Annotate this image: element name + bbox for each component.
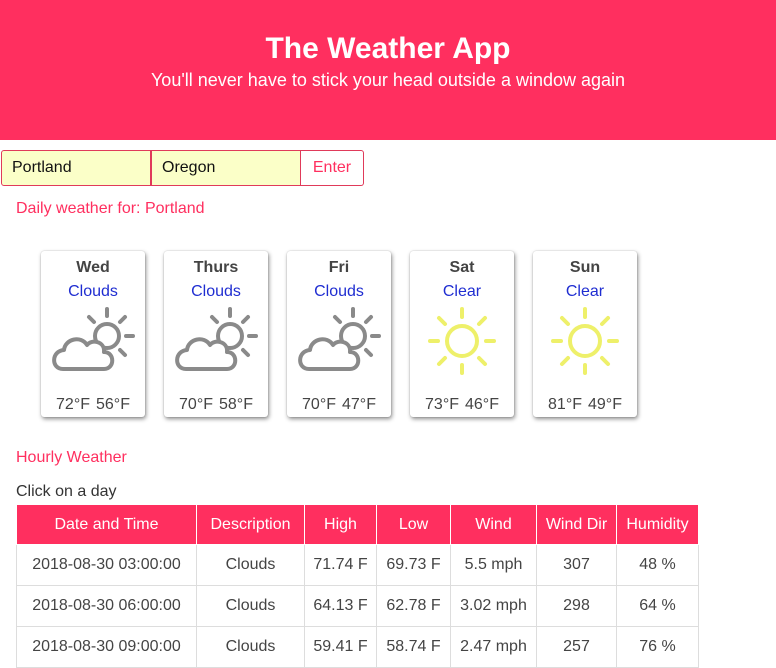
cloud-sun-icon <box>49 303 137 381</box>
location-form: Enter <box>1 150 364 186</box>
app-title: The Weather App <box>265 32 511 65</box>
column-header: Humidity <box>616 504 699 545</box>
table-body: 2018-08-30 03:00:00 Clouds 71.74 F 69.73 F5… <box>16 544 699 668</box>
daily-weather-heading: Daily weather for: Portland <box>16 200 205 217</box>
table-cell: 59.41 F <box>304 626 377 668</box>
day-card-fri[interactable]: Fri Clouds 70°F 47°F <box>287 251 391 417</box>
table-cell: Clouds <box>196 626 305 668</box>
day-temperatures: 73°F 46°F <box>410 396 514 414</box>
day-temperatures: 70°F 47°F <box>287 396 391 414</box>
table-row: 2018-08-30 03:00:00 Clouds 71.74 F 69.73 F5… <box>16 544 699 586</box>
table-cell: 62.78 F <box>376 585 451 627</box>
table-cell: Clouds <box>196 544 305 586</box>
table-cell: 64.13 F <box>304 585 377 627</box>
cloud-sun-icon <box>172 303 260 381</box>
hourly-weather-table: Date and Time Description High Low Wind Wind … <box>16 504 699 668</box>
low-temp: 58°F <box>219 396 253 413</box>
day-temperatures: 81°F 49°F <box>533 396 637 414</box>
table-cell: 71.74 F <box>304 544 377 586</box>
day-description: Clouds <box>314 283 364 300</box>
column-header: Low <box>376 504 451 545</box>
day-description: Clouds <box>191 283 241 300</box>
column-header: Wind <box>450 504 537 545</box>
day-name: Fri <box>328 259 350 276</box>
low-temp: 46°F <box>465 396 499 413</box>
hourly-weather-heading: Hourly Weather <box>16 449 127 466</box>
high-temp: 72°F <box>56 396 90 413</box>
day-card-sun[interactable]: Sun Clear 81°F 49°F <box>533 251 637 417</box>
low-temp: 47°F <box>342 396 376 413</box>
high-temp: 70°F <box>179 396 213 413</box>
table-cell: 58.74 F <box>376 626 451 668</box>
table-row: 2018-08-30 06:00:00 Clouds 64.13 F 62.78 F3… <box>16 585 699 627</box>
table-cell: 307 <box>536 544 617 586</box>
table-cell: 2018-08-30 03:00:00 <box>16 544 197 586</box>
app-header: The Weather App You'll never have to sti… <box>0 0 776 140</box>
table-cell: 2.47 mph <box>450 626 537 668</box>
table-row: 2018-08-30 09:00:00 Clouds 59.41 F 58.74 F2… <box>16 626 699 668</box>
table-cell: 257 <box>536 626 617 668</box>
day-description: Clear <box>565 283 605 300</box>
cloud-sun-icon <box>295 303 383 381</box>
day-description: Clouds <box>68 283 118 300</box>
day-name: Sun <box>569 259 601 276</box>
column-header: High <box>304 504 377 545</box>
table-cell: 69.73 F <box>376 544 451 586</box>
table-cell: 64 % <box>616 585 699 627</box>
sun-icon <box>541 303 629 381</box>
table-header-row: Date and Time Description High Low Wind Wind … <box>16 504 699 545</box>
table-cell: 2018-08-30 09:00:00 <box>16 626 197 668</box>
table-cell: 3.02 mph <box>450 585 537 627</box>
city-input[interactable] <box>1 150 151 186</box>
click-instruction: Click on a day <box>16 483 117 500</box>
state-input[interactable] <box>151 150 301 186</box>
day-name: Thurs <box>193 259 239 276</box>
low-temp: 56°F <box>96 396 130 413</box>
table-cell: 298 <box>536 585 617 627</box>
day-temperatures: 72°F 56°F <box>41 396 145 414</box>
sun-icon <box>418 303 506 381</box>
day-card-wed[interactable]: Wed Clouds 72°F 56°F <box>41 251 145 417</box>
high-temp: 73°F <box>425 396 459 413</box>
high-temp: 81°F <box>548 396 582 413</box>
table-cell: 5.5 mph <box>450 544 537 586</box>
day-temperatures: 70°F 58°F <box>164 396 268 414</box>
high-temp: 70°F <box>302 396 336 413</box>
table-cell: 48 % <box>616 544 699 586</box>
day-description: Clear <box>442 283 482 300</box>
day-name: Sat <box>449 259 475 276</box>
column-header: Date and Time <box>16 504 197 545</box>
day-name: Wed <box>76 259 110 276</box>
day-card-thurs[interactable]: Thurs Clouds 70°F 58°F <box>164 251 268 417</box>
low-temp: 49°F <box>588 396 622 413</box>
enter-button[interactable]: Enter <box>301 150 364 186</box>
app-subtitle: You'll never have to stick your head out… <box>150 70 626 90</box>
column-header: Description <box>196 504 305 545</box>
day-card-sat[interactable]: Sat Clear 73°F 46°F <box>410 251 514 417</box>
table-cell: 76 % <box>616 626 699 668</box>
column-header: Wind Dir <box>536 504 617 545</box>
table-cell: 2018-08-30 06:00:00 <box>16 585 197 627</box>
table-cell: Clouds <box>196 585 305 627</box>
